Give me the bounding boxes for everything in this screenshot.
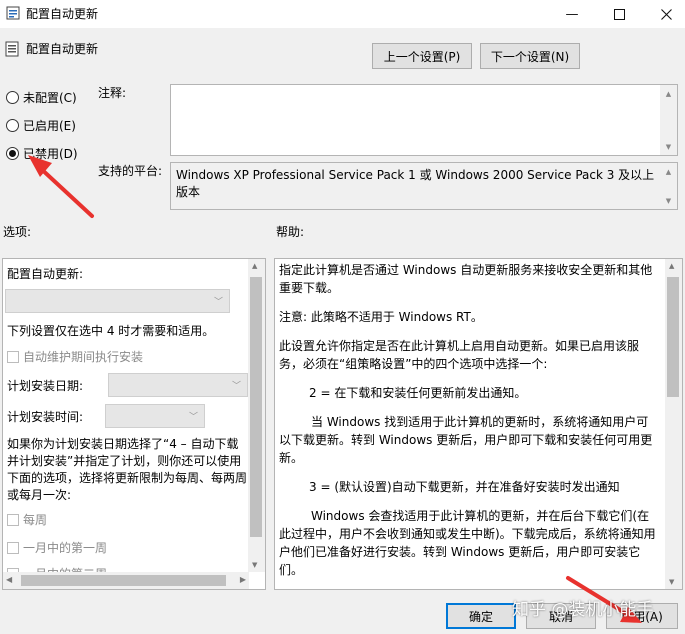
close-icon: [660, 8, 672, 20]
maximize-button[interactable]: [596, 0, 642, 28]
scroll-down-icon[interactable]: ▼: [660, 192, 677, 209]
checkbox-box[interactable]: [7, 513, 19, 526]
chevron-down-icon: ﹀: [231, 381, 241, 392]
install-time-label: 计划安装时间:: [7, 410, 84, 424]
radio-label: 已启用(E): [23, 119, 76, 133]
minimize-icon: —: [565, 6, 579, 22]
scroll-thumb[interactable]: [250, 277, 262, 537]
checkbox-box[interactable]: [7, 541, 19, 554]
help-paragraph: 注意: 此策略不适用于 Windows RT。: [279, 310, 483, 324]
weekly-checkbox[interactable]: 每周: [7, 511, 47, 528]
title-bar: 配置自动更新 —: [0, 0, 685, 28]
options-vertical-scrollbar[interactable]: ▲ ▼: [248, 259, 265, 572]
radio-indicator[interactable]: [6, 119, 19, 132]
help-paragraph: 此设置允许你指定是否在此计算机上启用自动更新。如果已启用该服务，必须在“组策略设…: [279, 339, 640, 371]
help-paragraph: 2 = 在下载和安装任何更新前发出通知。: [309, 386, 527, 400]
setting-title: 配置自动更新: [26, 42, 99, 56]
policy-setting-icon: [5, 41, 19, 57]
scroll-up-icon[interactable]: ▲: [660, 163, 677, 180]
configure-updates-label: 配置自动更新:: [7, 267, 84, 281]
radio-indicator[interactable]: [6, 147, 19, 160]
help-section-label: 帮助:: [276, 225, 305, 239]
comment-scrollbar[interactable]: ▲ ▼: [660, 85, 677, 155]
maintenance-install-checkbox[interactable]: 自动维护期间执行安装: [7, 348, 143, 365]
radio-disabled[interactable]: 已禁用(D): [6, 145, 78, 162]
scroll-up-icon[interactable]: ▲: [252, 262, 257, 270]
scroll-right-icon[interactable]: ▶: [240, 575, 246, 584]
help-paragraph: Windows 会查找适用于此计算机的更新，并在后台下载它们(在此过程中，用户不…: [279, 509, 656, 577]
options-panel[interactable]: 配置自动更新: ﹀ 下列设置仅在选中 4 时才需要和适用。 自动维护期间执行安装…: [2, 258, 266, 590]
comment-textarea[interactable]: ▲ ▼: [170, 84, 678, 156]
options-section-label: 选项:: [3, 225, 32, 239]
platform-readonly-field: Windows XP Professional Service Pack 1 或…: [170, 162, 678, 210]
options-note: 下列设置仅在选中 4 时才需要和适用。: [7, 324, 215, 338]
chevron-down-icon: ﹀: [188, 412, 198, 423]
platform-text: Windows XP Professional Service Pack 1 或…: [176, 168, 655, 199]
help-paragraph: 3 = (默认设置)自动下载更新，并在准备好安装时发出通知: [309, 480, 620, 494]
previous-setting-button[interactable]: 上一个设置(P): [372, 43, 472, 69]
first-week-checkbox[interactable]: 一月中的第一周: [7, 539, 107, 556]
scroll-thumb[interactable]: [667, 277, 679, 397]
radio-indicator[interactable]: [6, 91, 19, 104]
options-horizontal-scrollbar[interactable]: ◀ ▶: [3, 572, 249, 589]
radio-label: 未配置(C): [23, 91, 77, 105]
scroll-up-icon[interactable]: ▲: [660, 85, 677, 102]
scroll-down-icon[interactable]: ▼: [660, 138, 677, 155]
help-panel[interactable]: 指定此计算机是否通过 Windows 自动更新服务来接收安全更新和其他重要下载。…: [274, 258, 683, 590]
install-day-label: 计划安装日期:: [7, 379, 84, 393]
next-setting-button[interactable]: 下一个设置(N): [480, 43, 580, 69]
checkbox-label: 每周: [23, 513, 48, 527]
close-button[interactable]: [643, 0, 685, 28]
help-content: 指定此计算机是否通过 Windows 自动更新服务来接收安全更新和其他重要下载。…: [279, 261, 659, 589]
help-paragraph: 指定此计算机是否通过 Windows 自动更新服务来接收安全更新和其他重要下载。: [279, 263, 653, 295]
scroll-up-icon[interactable]: ▲: [669, 262, 674, 270]
checkbox-label: 一月中的第一周: [23, 541, 108, 555]
scroll-down-icon[interactable]: ▼: [669, 578, 674, 586]
ok-button[interactable]: 确定: [446, 603, 516, 629]
install-day-dropdown[interactable]: ﹀: [108, 373, 248, 397]
radio-enabled[interactable]: 已启用(E): [6, 117, 76, 134]
comment-label: 注释:: [98, 86, 127, 100]
watermark: 知乎 @装机小能手: [512, 600, 654, 620]
help-paragraph: 当 Windows 找到适用于此计算机的更新时，系统将通知用户可以下载更新。转到…: [279, 415, 653, 465]
radio-label: 已禁用(D): [23, 147, 78, 161]
scroll-down-icon[interactable]: ▼: [252, 561, 257, 569]
platform-scrollbar[interactable]: ▲ ▼: [660, 163, 677, 209]
checkbox-box[interactable]: [7, 350, 19, 363]
chevron-down-icon: ﹀: [213, 297, 223, 308]
policy-app-icon: [6, 6, 20, 20]
maximize-icon: [613, 8, 625, 20]
window-title: 配置自动更新: [26, 7, 99, 21]
schedule-paragraph: 如果你为计划安装日期选择了“4 – 自动下载并计划安装”并指定了计划，则你还可以…: [7, 437, 248, 502]
checkbox-label: 自动维护期间执行安装: [23, 350, 144, 364]
scroll-thumb[interactable]: [21, 575, 226, 586]
platform-label: 支持的平台:: [98, 164, 163, 178]
configure-updates-dropdown[interactable]: ﹀: [5, 289, 230, 313]
scroll-left-icon[interactable]: ◀: [6, 575, 12, 584]
radio-not-configured[interactable]: 未配置(C): [6, 89, 77, 106]
install-time-dropdown[interactable]: ﹀: [105, 404, 205, 428]
help-vertical-scrollbar[interactable]: ▲ ▼: [665, 259, 682, 589]
arrow-to-disabled-radio: [28, 155, 94, 218]
minimize-button[interactable]: —: [549, 0, 595, 28]
